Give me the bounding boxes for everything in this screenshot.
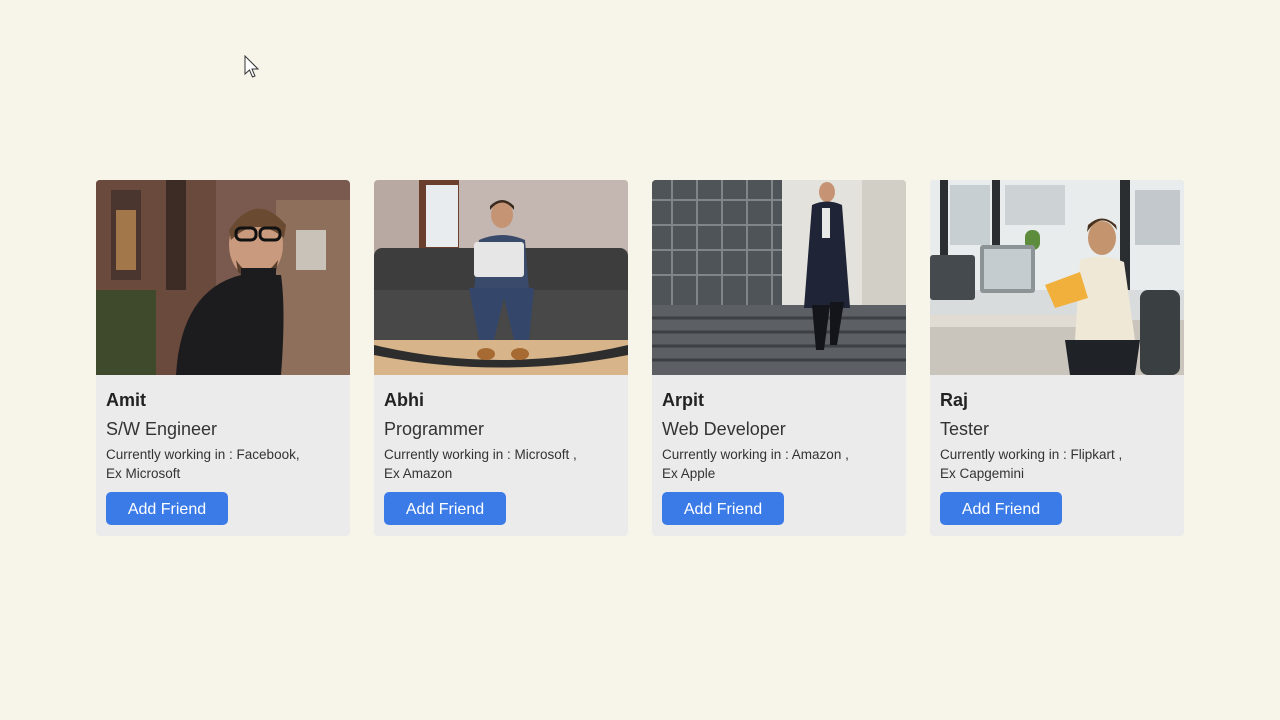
add-friend-button[interactable]: Add Friend — [940, 492, 1062, 525]
add-friend-button[interactable]: Add Friend — [384, 492, 506, 525]
profile-photo — [96, 180, 350, 375]
work-previous: Ex Amazon — [384, 466, 453, 481]
profile-photo — [930, 180, 1184, 375]
profile-card-arpit: Arpit Web Developer Currently working in… — [652, 180, 906, 536]
profile-work: Currently working in : Facebook, Ex Micr… — [106, 445, 340, 483]
work-current: Currently working in : Facebook, — [106, 447, 300, 462]
profile-cards: Amit S/W Engineer Currently working in :… — [96, 180, 1184, 536]
profile-name: Amit — [106, 390, 146, 410]
profile-name: Abhi — [384, 390, 424, 410]
profile-role: Programmer — [384, 419, 485, 439]
profile-role: S/W Engineer — [106, 419, 218, 439]
work-current: Currently working in : Flipkart , — [940, 447, 1123, 462]
profile-name: Arpit — [662, 390, 704, 410]
work-previous: Ex Capgemini — [940, 466, 1025, 481]
profile-card-abhi: Abhi Programmer Currently working in : M… — [374, 180, 628, 536]
profile-work: Currently working in : Amazon , Ex Apple — [662, 445, 896, 483]
work-previous: Ex Apple — [662, 466, 716, 481]
profile-card-amit: Amit S/W Engineer Currently working in :… — [96, 180, 350, 536]
mouse-pointer-icon — [244, 55, 260, 78]
profile-work: Currently working in : Flipkart , Ex Cap… — [940, 445, 1174, 483]
work-current: Currently working in : Amazon , — [662, 447, 849, 462]
work-current: Currently working in : Microsoft , — [384, 447, 577, 462]
profile-role: Web Developer — [662, 419, 786, 439]
work-previous: Ex Microsoft — [106, 466, 181, 481]
profile-role: Tester — [940, 419, 990, 439]
profile-work: Currently working in : Microsoft , Ex Am… — [384, 445, 618, 483]
profile-name: Raj — [940, 390, 969, 410]
profile-card-raj: Raj Tester Currently working in : Flipka… — [930, 180, 1184, 536]
add-friend-button[interactable]: Add Friend — [662, 492, 784, 525]
add-friend-button[interactable]: Add Friend — [106, 492, 228, 525]
profile-photo — [374, 180, 628, 375]
profile-photo — [652, 180, 906, 375]
